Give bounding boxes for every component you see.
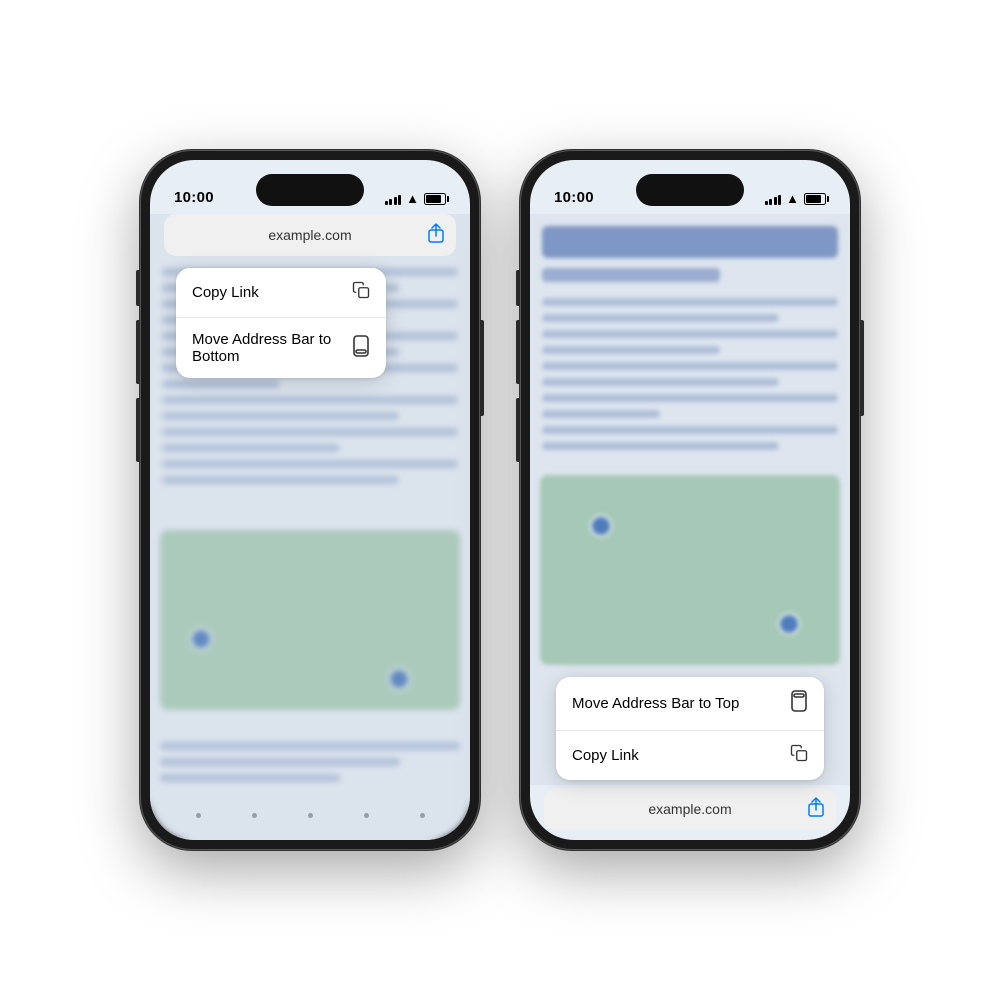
- signal-icon-2: [765, 193, 782, 205]
- volume-up-button-2: [516, 320, 520, 384]
- battery-icon-1: [424, 193, 446, 205]
- phone-2: 10:00 ▲: [520, 150, 860, 850]
- phone-1: 10:00 ▲ example.com: [140, 150, 480, 850]
- power-button: [480, 320, 484, 416]
- tab-dot-3: [308, 813, 313, 818]
- move-addr-bar-item-1[interactable]: Move Address Bar to Bottom: [176, 318, 386, 378]
- move-addr-bar-item-2[interactable]: Move Address Bar to Top: [556, 677, 824, 731]
- status-icons-1: ▲: [385, 191, 446, 206]
- dynamic-island-2: [636, 174, 744, 206]
- move-addr-bar-label-2: Move Address Bar to Top: [572, 695, 739, 712]
- tab-dot-1: [196, 813, 201, 818]
- phone-top-icon-2: [790, 690, 808, 717]
- mute-button-2: [516, 270, 520, 306]
- phone-1-screen: 10:00 ▲ example.com: [150, 160, 470, 840]
- url-text-2: example.com: [648, 801, 731, 817]
- copy-link-item-1[interactable]: Copy Link: [176, 268, 386, 318]
- address-bar-bottom[interactable]: example.com: [544, 788, 836, 830]
- status-icons-2: ▲: [765, 191, 826, 206]
- volume-down-button: [136, 398, 140, 462]
- context-menu-2: Move Address Bar to Top Copy Link: [556, 677, 824, 780]
- tab-bar-1: [150, 790, 470, 840]
- copy-icon-1: [352, 281, 370, 304]
- mute-button: [136, 270, 140, 306]
- copy-link-label-1: Copy Link: [192, 284, 259, 301]
- wifi-icon-2: ▲: [786, 191, 799, 206]
- address-bar-top[interactable]: example.com: [164, 214, 456, 256]
- time-1: 10:00: [174, 189, 214, 206]
- copy-link-label-2: Copy Link: [572, 747, 639, 764]
- signal-icon-1: [385, 193, 402, 205]
- battery-icon-2: [804, 193, 826, 205]
- move-addr-bar-label-1: Move Address Bar to Bottom: [192, 331, 352, 365]
- copy-icon-2: [790, 744, 808, 767]
- time-2: 10:00: [554, 189, 594, 206]
- tab-dot-2: [252, 813, 257, 818]
- copy-link-item-2[interactable]: Copy Link: [556, 731, 824, 780]
- tab-dot-5: [420, 813, 425, 818]
- context-menu-1: Copy Link Move Address Bar to Bottom: [176, 268, 386, 378]
- wifi-icon-1: ▲: [406, 191, 419, 206]
- dynamic-island-1: [256, 174, 364, 206]
- share-button-2[interactable]: [808, 797, 824, 822]
- phone-bottom-icon-1: [352, 335, 370, 362]
- share-button-1[interactable]: [428, 223, 444, 248]
- tab-dot-4: [364, 813, 369, 818]
- volume-down-button-2: [516, 398, 520, 462]
- url-text-1: example.com: [268, 227, 351, 243]
- power-button-2: [860, 320, 864, 416]
- volume-up-button: [136, 320, 140, 384]
- phone-2-screen: 10:00 ▲: [530, 160, 850, 840]
